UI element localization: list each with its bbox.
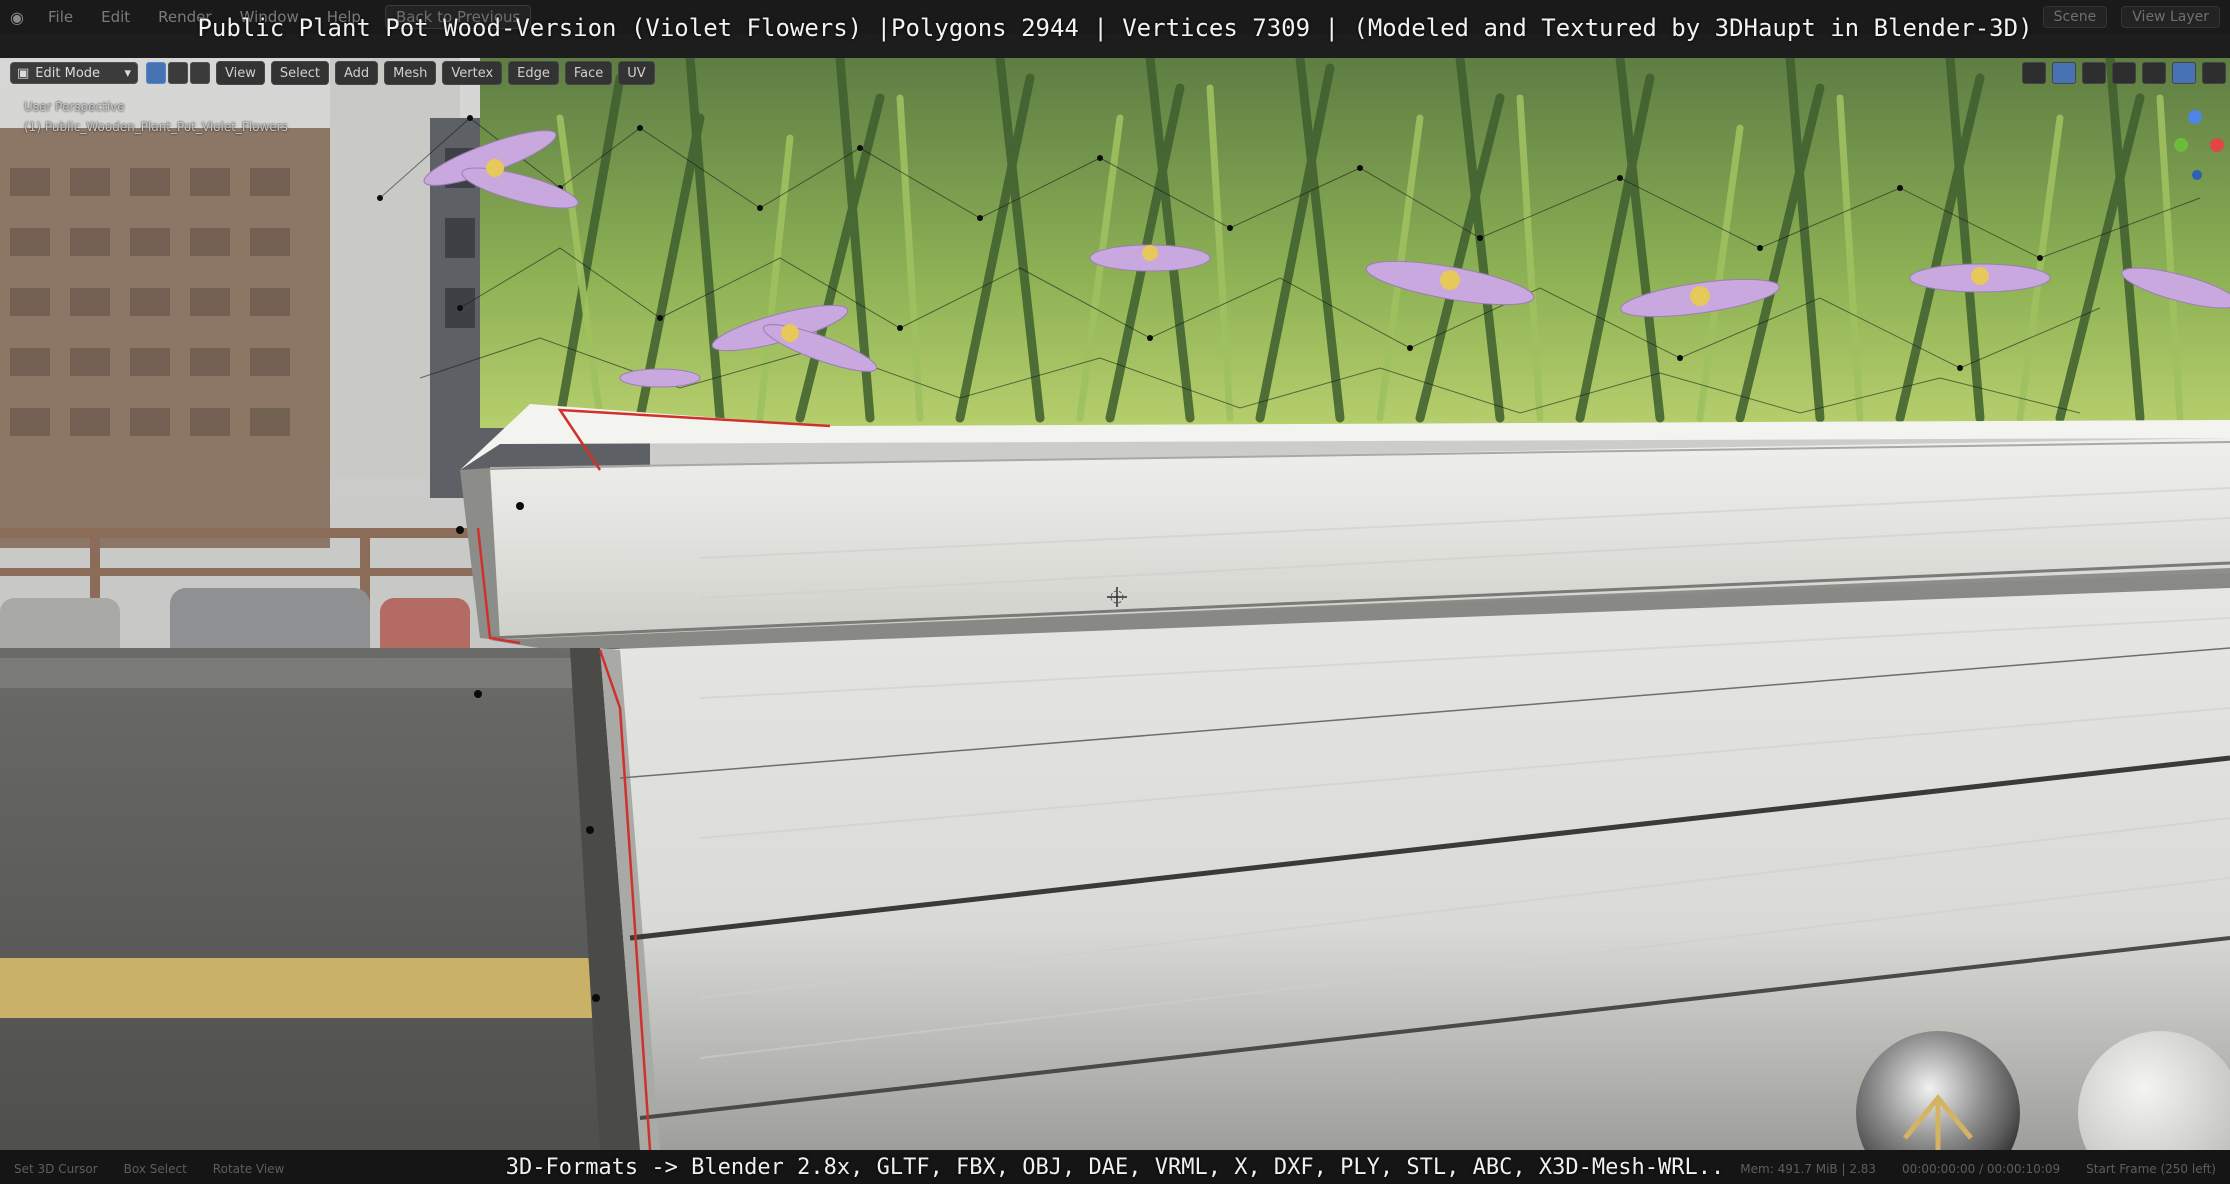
select-mode-group (146, 62, 210, 84)
navigation-gizmo[interactable] (2170, 98, 2230, 258)
title-overlay-text: Public Plant Pot Wood-Version (Violet Fl… (197, 14, 2033, 42)
mode-dropdown[interactable]: ▣ Edit Mode ▾ (10, 62, 138, 84)
blender-window: User Perspective (1) Public_Wooden_Plant… (0, 0, 2230, 1184)
vertex-select-icon[interactable] (146, 62, 166, 84)
viewport-header: ▣ Edit Mode ▾ View Select Add Mesh Verte… (0, 58, 2230, 88)
face-select-icon[interactable] (190, 62, 210, 84)
wireframe-shading-icon[interactable] (2112, 62, 2136, 84)
menu-uv[interactable]: UV (618, 61, 655, 85)
chevron-down-icon: ▾ (124, 65, 131, 81)
y-axis-icon[interactable] (2174, 138, 2188, 152)
menu-vertex[interactable]: Vertex (442, 61, 503, 85)
menu-face[interactable]: Face (564, 61, 613, 85)
edge-select-icon[interactable] (168, 62, 188, 84)
menu-select[interactable]: Select (270, 61, 329, 85)
3d-viewport[interactable]: User Perspective (1) Public_Wooden_Plant… (0, 58, 2230, 1150)
menu-edge[interactable]: Edge (508, 61, 559, 85)
gizmo-icon[interactable] (2052, 62, 2076, 84)
rendered-shading-icon[interactable] (2202, 62, 2226, 84)
edit-mode-icon: ▣ (17, 65, 30, 81)
z-axis-icon[interactable] (2188, 110, 2202, 124)
menu-add[interactable]: Add (334, 61, 379, 85)
scene-render (0, 58, 2230, 1150)
x-axis-icon[interactable] (2210, 138, 2224, 152)
viewport-shading-group (2022, 62, 2230, 84)
formats-overlay-text: 3D-Formats -> Blender 2.8x, GLTF, FBX, O… (505, 1155, 1725, 1180)
xray-icon[interactable] (2082, 62, 2106, 84)
active-object-label: (1) Public_Wooden_Plant_Pot_Violet_Flowe… (24, 120, 288, 134)
mode-label: Edit Mode (35, 65, 101, 81)
overlay-icon[interactable] (2022, 62, 2046, 84)
menu-mesh[interactable]: Mesh (384, 61, 437, 85)
material-shading-icon[interactable] (2172, 62, 2196, 84)
view-perspective-label: User Perspective (24, 100, 125, 114)
solid-shading-icon[interactable] (2142, 62, 2166, 84)
neg-z-axis-icon[interactable] (2192, 170, 2202, 180)
menu-view[interactable]: View (216, 61, 265, 85)
